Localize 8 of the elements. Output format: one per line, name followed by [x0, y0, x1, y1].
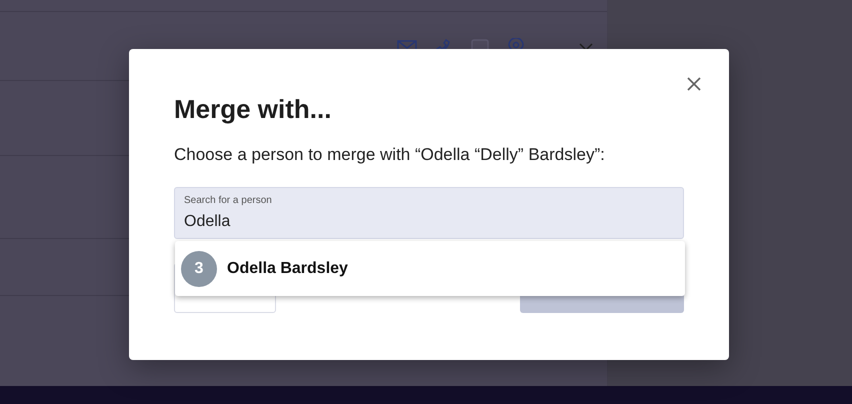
close-icon[interactable]	[687, 77, 701, 91]
avatar-badge: 3	[181, 250, 217, 286]
field-label: Search for a person	[184, 195, 272, 207]
result-name: Odella Bardsley	[227, 260, 348, 278]
dialog-prompt: Choose a person to merge with “Odella “Delly” Bardsley”:	[174, 145, 606, 165]
dialog-title: Merge with...	[174, 93, 332, 125]
result-item[interactable]: 3 Odella Bardsley	[175, 241, 685, 296]
chevron-down-icon[interactable]	[579, 43, 593, 51]
